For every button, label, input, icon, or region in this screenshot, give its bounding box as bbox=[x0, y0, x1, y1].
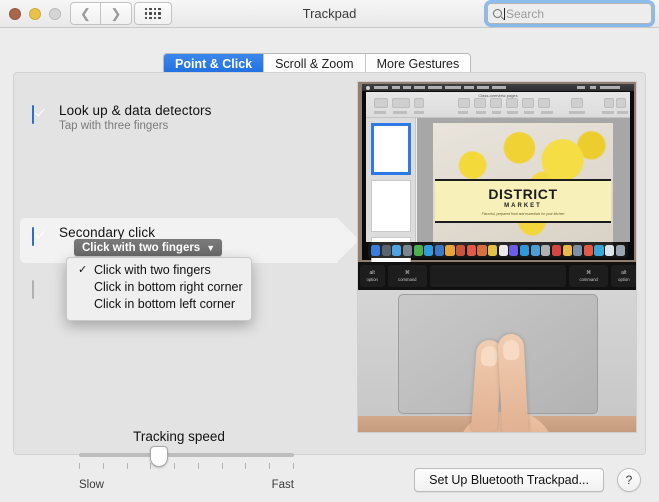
preferences-content: Look up & data detectors Tap with three … bbox=[13, 72, 646, 491]
preview-key: ⌘ command bbox=[569, 265, 609, 287]
dock-icon bbox=[551, 244, 562, 256]
dock-icon bbox=[498, 244, 508, 256]
preview-key: alt option bbox=[611, 265, 636, 287]
tab-point-and-click[interactable]: Point & Click bbox=[164, 54, 265, 74]
tracking-speed-label: Tracking speed bbox=[133, 429, 225, 444]
chevron-down-icon: ▼ bbox=[206, 242, 216, 253]
checkbox-third-option[interactable] bbox=[32, 280, 34, 299]
option-subtitle: Tap with three fingers bbox=[59, 120, 169, 132]
option-title: Secondary click bbox=[59, 225, 156, 240]
checkbox-look-up[interactable] bbox=[32, 105, 34, 124]
checkbox-unchecked-icon bbox=[32, 280, 34, 299]
preview-keyboard-row: alt option ⌘ command ⌘ command alt option bbox=[358, 262, 636, 290]
menu-item-click-bottom-right-corner[interactable]: Click in bottom right corner bbox=[67, 280, 251, 295]
preview-pages-toolbar: Class-overview-pages bbox=[366, 92, 630, 118]
secondary-click-popup-button[interactable]: Click with two fingers ▼ bbox=[74, 239, 223, 256]
tracking-speed-section: Tracking speed Slow Fast bbox=[14, 429, 344, 491]
checkbox-checked-icon bbox=[32, 105, 34, 124]
help-button[interactable]: ? bbox=[617, 468, 641, 492]
dock-icon bbox=[371, 244, 381, 256]
dock-icon bbox=[605, 244, 615, 256]
search-icon bbox=[493, 9, 502, 18]
search-placeholder: Search bbox=[506, 6, 545, 21]
preview-key bbox=[429, 265, 567, 287]
footer-bar: Set Up Bluetooth Trackpad... ? bbox=[0, 460, 659, 502]
preview-page-thumbnail bbox=[371, 180, 411, 232]
dock-icon bbox=[594, 244, 604, 256]
preview-fingernail bbox=[502, 339, 520, 361]
preview-document-tagline: Flavorful, prepared food and essentials … bbox=[481, 211, 565, 216]
tab-scroll-and-zoom[interactable]: Scroll & Zoom bbox=[264, 54, 366, 74]
preview-fingernail bbox=[480, 345, 498, 367]
dock-icon bbox=[573, 244, 583, 256]
gesture-video-preview[interactable]: Class-overview-pages DISTRICT MARKET Fla… bbox=[357, 81, 637, 433]
menu-item-label: Click with two fingers bbox=[94, 263, 211, 277]
preview-mac-screen: Class-overview-pages DISTRICT MARKET Fla… bbox=[358, 82, 636, 289]
dock-icon bbox=[381, 244, 391, 256]
option-text: Secondary click bbox=[59, 225, 155, 240]
dock-icon bbox=[477, 244, 487, 256]
tab-more-gestures[interactable]: More Gestures bbox=[365, 54, 471, 74]
preview-page-thumbnail bbox=[371, 123, 411, 175]
checkbox-checked-icon bbox=[32, 227, 34, 246]
preview-finger-two bbox=[497, 333, 529, 432]
menu-item-label: Click in bottom left corner bbox=[94, 297, 236, 311]
search-container: Search bbox=[487, 3, 652, 24]
preview-macbook-body: alt option ⌘ command ⌘ command alt option bbox=[358, 262, 636, 432]
dock-icon bbox=[424, 244, 434, 256]
preview-document-subtitle: MARKET bbox=[504, 202, 542, 209]
popup-button-value: Click with two fingers bbox=[82, 241, 201, 254]
preview-document-title: DISTRICT bbox=[488, 185, 558, 202]
checkbox-secondary-click[interactable] bbox=[32, 227, 34, 246]
dock-icon bbox=[392, 244, 402, 256]
option-text: Look up & data detectors Tap with three … bbox=[59, 103, 212, 132]
dock-icon bbox=[413, 244, 423, 256]
dock-icon bbox=[434, 244, 444, 256]
preview-pages-canvas: DISTRICT MARKET Flavorful, prepared food… bbox=[417, 118, 630, 247]
preview-key: alt option bbox=[359, 265, 385, 287]
secondary-click-dropdown-menu: ✓ Click with two fingers Click in bottom… bbox=[66, 257, 252, 321]
preview-menu-bar bbox=[362, 84, 634, 91]
dock-icon bbox=[509, 244, 519, 256]
dock-icon bbox=[615, 244, 625, 256]
slider-track bbox=[79, 453, 294, 457]
dock-icon bbox=[541, 244, 551, 256]
dock-icon bbox=[488, 244, 498, 256]
preview-document: DISTRICT MARKET Flavorful, prepared food… bbox=[433, 123, 613, 247]
title-bar: ❮ ❯ Trackpad Search bbox=[0, 0, 659, 28]
preview-pages-sidebar bbox=[366, 118, 416, 289]
options-column: Look up & data detectors Tap with three … bbox=[14, 73, 359, 491]
dock-icon bbox=[562, 244, 572, 256]
dock-icon bbox=[445, 244, 455, 256]
dock-icon bbox=[456, 244, 466, 256]
preview-key: ⌘ command bbox=[387, 265, 427, 287]
dock-icon bbox=[466, 244, 476, 256]
dock-icon bbox=[519, 244, 530, 256]
apple-icon bbox=[366, 85, 370, 90]
menu-item-label: Click in bottom right corner bbox=[94, 280, 243, 294]
menu-item-click-with-two-fingers[interactable]: ✓ Click with two fingers bbox=[67, 263, 251, 278]
preview-palm-rest bbox=[358, 290, 636, 432]
checkmark-icon: ✓ bbox=[78, 264, 88, 276]
preview-dock bbox=[368, 242, 628, 258]
dock-icon bbox=[530, 244, 540, 256]
set-up-bluetooth-trackpad-button[interactable]: Set Up Bluetooth Trackpad... bbox=[414, 468, 604, 492]
dock-icon bbox=[402, 244, 413, 256]
search-input[interactable]: Search bbox=[487, 3, 652, 24]
dock-icon bbox=[583, 244, 593, 256]
preview-document-banner: DISTRICT MARKET Flavorful, prepared food… bbox=[435, 179, 611, 223]
preview-screen-frame: Class-overview-pages DISTRICT MARKET Fla… bbox=[362, 84, 634, 289]
preview-pages-window: Class-overview-pages DISTRICT MARKET Fla… bbox=[366, 92, 630, 289]
menu-item-click-bottom-left-corner[interactable]: Click in bottom left corner bbox=[67, 297, 251, 312]
option-title: Look up & data detectors bbox=[59, 103, 212, 118]
tab-bar: Point & Click Scroll & Zoom More Gesture… bbox=[0, 28, 659, 75]
